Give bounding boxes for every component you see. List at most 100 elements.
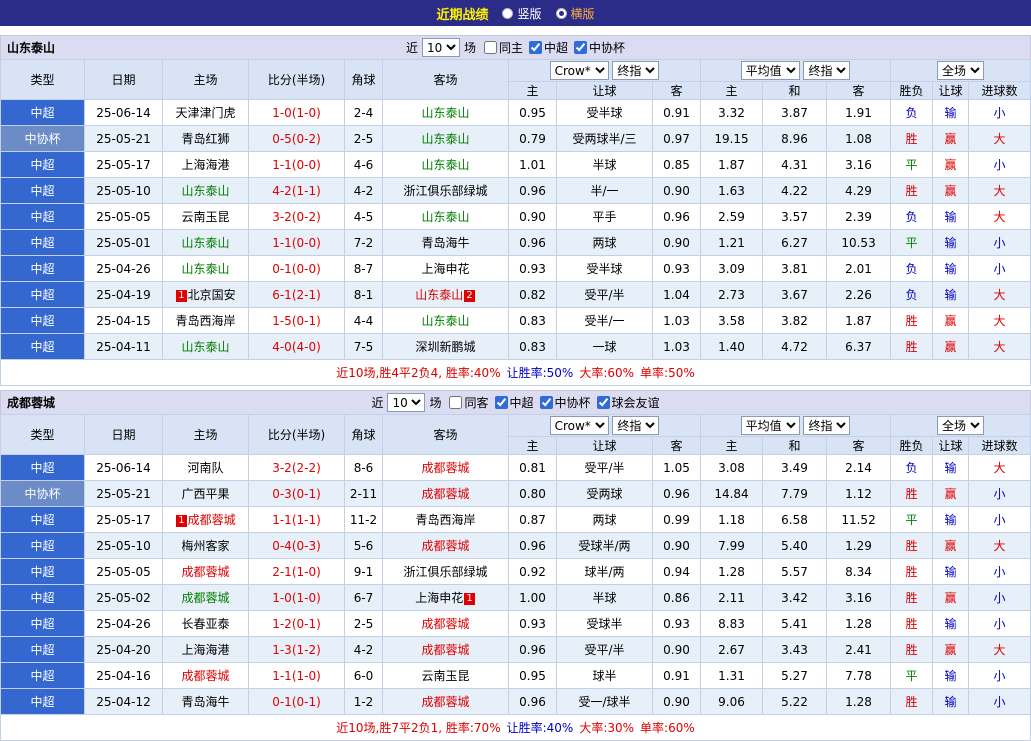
away-team[interactable]: 山东泰山 (421, 106, 469, 120)
result-goals: 大 (968, 307, 1031, 334)
checkbox-input[interactable] (596, 396, 610, 409)
result-outcome: 负 (890, 203, 934, 230)
avg-odds-draw: 3.81 (762, 255, 828, 282)
filter-checkbox[interactable]: 中超 (494, 394, 534, 411)
home-team[interactable]: 长春亚泰 (181, 617, 229, 631)
away-team[interactable]: 成都蓉城 (421, 695, 469, 709)
handicap-line: 平手 (556, 203, 653, 230)
section-header: 成都蓉城 近 10 场 同客 中超 中协杯 球会友谊 (0, 390, 1031, 414)
away-team[interactable]: 上海申花 1 (415, 591, 475, 605)
filter-checkbox[interactable]: 中协杯 (574, 39, 625, 56)
filter-checkbox[interactable]: 中协杯 (539, 394, 591, 411)
home-team[interactable]: 成都蓉城 (181, 669, 229, 683)
match-date: 25-05-05 (84, 203, 163, 230)
checkbox-label: 中超 (509, 396, 534, 410)
home-team[interactable]: 1 北京国安 (175, 288, 236, 302)
avg-select[interactable]: 平均值 (740, 416, 800, 435)
home-team[interactable]: 梅州客家 (181, 539, 229, 553)
home-team[interactable]: 1 成都蓉城 (175, 513, 236, 527)
home-team[interactable]: 云南玉昆 (181, 210, 229, 224)
away-team[interactable]: 深圳新鹏城 (415, 340, 475, 354)
match-row: 中超 25-05-10 梅州客家 0-4(0-3) 5-6 成都蓉城 0.96 受球半/两 0.… (0, 532, 1031, 559)
away-team[interactable]: 浙江俱乐部绿城 (403, 565, 487, 579)
fulltime-select[interactable]: 全场 (937, 61, 985, 80)
away-team[interactable]: 山东泰山 (421, 158, 469, 172)
handicap-stage-select[interactable]: 终指 (612, 61, 660, 80)
away-team[interactable]: 成都蓉城 (421, 617, 469, 631)
match-date: 25-04-26 (84, 610, 163, 637)
away-team[interactable]: 山东泰山 2 (415, 288, 475, 302)
home-team[interactable]: 上海海港 (181, 643, 229, 657)
checkbox-input[interactable] (449, 396, 463, 409)
header-row-groups: 类型 日期 主场 比分(半场) 角球 客场 Crow* 终指 平均值 终指 全场 (0, 414, 1031, 455)
away-team-cell: 上海申花 1 (382, 584, 509, 611)
away-team[interactable]: 成都蓉城 (421, 539, 469, 553)
col-goals-result: 进球数 (968, 81, 1031, 100)
corner-score: 7-5 (344, 333, 383, 360)
away-team[interactable]: 浙江俱乐部绿城 (403, 184, 487, 198)
away-team[interactable]: 云南玉昆 (421, 669, 469, 683)
bookmaker-select[interactable]: Crow* (549, 416, 609, 435)
filter-bar: 近 10 场 同客 中超 中协杯 球会友谊 (371, 393, 660, 412)
bookmaker-select[interactable]: Crow* (549, 61, 609, 80)
col-avg-home: 主 (700, 436, 764, 455)
home-team[interactable]: 青岛红狮 (181, 132, 229, 146)
away-team[interactable]: 上海申花 (421, 262, 469, 276)
filter-checkbox[interactable]: 球会友谊 (596, 394, 660, 411)
home-team[interactable]: 成都蓉城 (181, 591, 229, 605)
handicap-odds-home: 0.90 (508, 203, 557, 230)
handicap-stage-select[interactable]: 终指 (612, 416, 660, 435)
match-count-select[interactable]: 10 (387, 393, 426, 412)
filter-checkbox[interactable]: 同客 (449, 394, 489, 411)
away-team[interactable]: 成都蓉城 (421, 487, 469, 501)
away-team[interactable]: 成都蓉城 (421, 461, 469, 475)
result-goals: 大 (968, 125, 1031, 152)
away-team[interactable]: 青岛海牛 (421, 236, 469, 250)
checkbox-input[interactable] (483, 41, 497, 54)
home-team[interactable]: 山东泰山 (181, 236, 229, 250)
home-team[interactable]: 上海海港 (181, 158, 229, 172)
avg-odds-home: 2.59 (700, 203, 764, 230)
checkbox-input[interactable] (539, 396, 553, 409)
match-score: 1-0(1-0) (248, 584, 345, 611)
avg-select[interactable]: 平均值 (740, 61, 800, 80)
matches-body: 中超 25-06-14 河南队 3-2(2-2) 8-6 成都蓉城 0.81 受平/半 1.05… (0, 454, 1031, 715)
avg-stage-select[interactable]: 终指 (803, 416, 851, 435)
checkbox-input[interactable] (494, 396, 508, 409)
avg-odds-home: 9.06 (700, 688, 764, 715)
away-team-cell: 云南玉昆 (382, 662, 509, 689)
match-date: 25-05-21 (84, 480, 163, 507)
match-score: 0-5(0-2) (248, 125, 345, 152)
home-team[interactable]: 河南队 (187, 461, 223, 475)
home-team[interactable]: 天津津门虎 (175, 106, 235, 120)
filter-checkbox[interactable]: 同主 (483, 39, 523, 56)
radio-icon (555, 7, 567, 19)
home-team[interactable]: 广西平果 (181, 487, 229, 501)
avg-stage-select[interactable]: 终指 (803, 61, 851, 80)
checkbox-input[interactable] (574, 41, 588, 54)
match-count-select[interactable]: 10 (421, 38, 460, 57)
handicap-odds-away: 1.03 (651, 333, 702, 360)
away-team[interactable]: 山东泰山 (421, 132, 469, 146)
filter-checkbox[interactable]: 中超 (529, 39, 568, 56)
home-team[interactable]: 青岛西海岸 (175, 314, 235, 328)
home-team[interactable]: 青岛海牛 (181, 695, 229, 709)
layout-option-horizontal[interactable]: 横版 (555, 5, 595, 22)
away-team[interactable]: 成都蓉城 (421, 643, 469, 657)
home-team[interactable]: 成都蓉城 (181, 565, 229, 579)
layout-option-vertical[interactable]: 竖版 (502, 5, 542, 22)
away-team[interactable]: 山东泰山 (421, 314, 469, 328)
away-team[interactable]: 山东泰山 (421, 210, 469, 224)
home-team[interactable]: 山东泰山 (181, 262, 229, 276)
away-team[interactable]: 青岛西海岸 (415, 513, 475, 527)
handicap-odds-away: 0.90 (651, 636, 702, 663)
home-team[interactable]: 山东泰山 (181, 340, 229, 354)
fulltime-select[interactable]: 全场 (937, 416, 985, 435)
checkbox-input[interactable] (529, 41, 542, 54)
avg-odds-away: 3.16 (826, 151, 892, 178)
result-handicap: 赢 (932, 177, 970, 204)
home-team[interactable]: 山东泰山 (181, 184, 229, 198)
result-outcome: 胜 (890, 636, 934, 663)
home-team-cell: 云南玉昆 (162, 203, 249, 230)
